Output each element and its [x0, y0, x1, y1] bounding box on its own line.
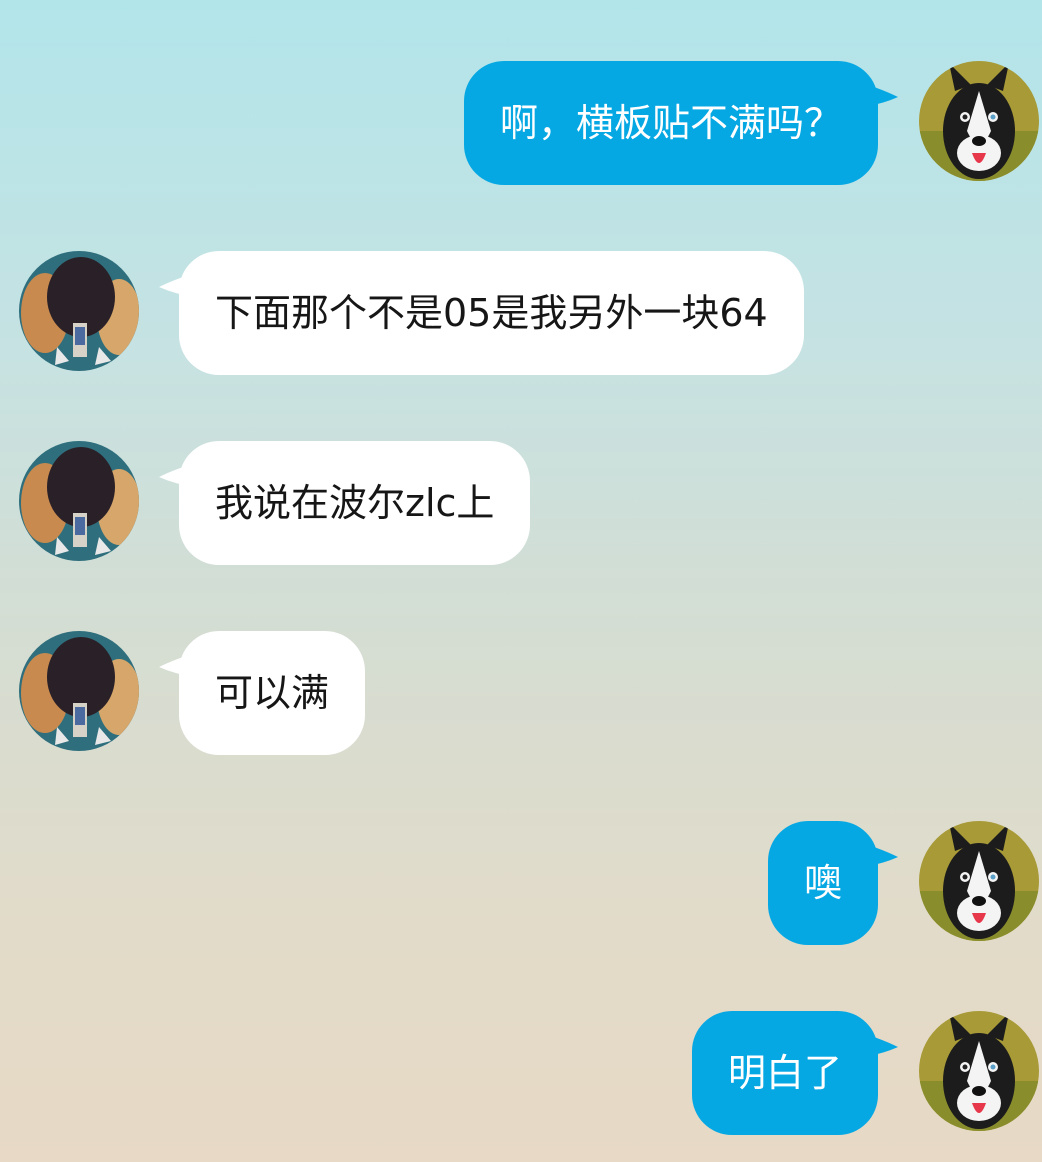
husky-dog-avatar[interactable]: [919, 1011, 1039, 1131]
bubble-tail: [856, 839, 900, 869]
message-text: 可以满: [215, 671, 330, 715]
chat-message-list[interactable]: 啊，横板贴不满吗？ 下面那个不是05是我另外一块64 我说在波尔zlc上 可以满…: [0, 0, 1042, 1162]
bubble-tail: [856, 1029, 900, 1059]
message-text: 噢: [803, 861, 842, 905]
ping-pong-paddle-avatar[interactable]: [19, 251, 139, 371]
message-text: 下面那个不是05是我另外一块64: [215, 291, 768, 335]
message-row-outgoing: 啊，横板贴不满吗？: [0, 61, 1042, 185]
message-row-outgoing: 噢: [0, 821, 1042, 945]
ping-pong-paddle-avatar[interactable]: [19, 631, 139, 751]
message-row-incoming: 我说在波尔zlc上: [0, 441, 1042, 565]
bubble-tail: [856, 79, 900, 109]
message-bubble-outgoing[interactable]: 啊，横板贴不满吗？: [463, 61, 878, 185]
message-bubble-incoming[interactable]: 我说在波尔zlc上: [179, 441, 531, 565]
message-text: 我说在波尔zlc上: [215, 481, 495, 525]
husky-dog-avatar[interactable]: [919, 61, 1039, 181]
husky-dog-avatar[interactable]: [919, 821, 1039, 941]
message-bubble-incoming[interactable]: 下面那个不是05是我另外一块64: [179, 251, 804, 375]
message-row-incoming: 可以满: [0, 631, 1042, 755]
message-bubble-incoming[interactable]: 可以满: [179, 631, 366, 755]
message-bubble-outgoing[interactable]: 明白了: [691, 1011, 878, 1135]
message-row-incoming: 下面那个不是05是我另外一块64: [0, 251, 1042, 375]
ping-pong-paddle-avatar[interactable]: [19, 441, 139, 561]
message-text: 明白了: [727, 1051, 842, 1095]
message-text: 啊，横板贴不满吗？: [499, 101, 842, 145]
message-row-outgoing: 明白了: [0, 1011, 1042, 1135]
